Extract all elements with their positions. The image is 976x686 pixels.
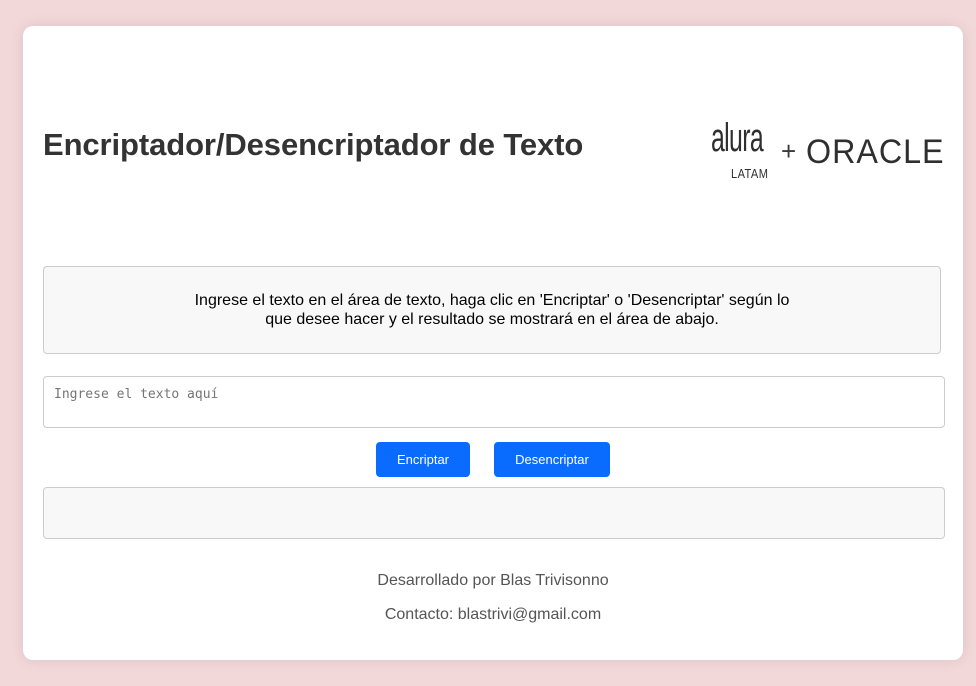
logo-oracle-text: ORACLE	[806, 133, 945, 171]
logo-latam-text: LATAM	[731, 166, 769, 181]
output-area	[43, 487, 945, 539]
alura-oracle-logo: alura LATAM + ORACLE	[709, 116, 944, 188]
encrypt-button[interactable]: Encriptar	[376, 442, 470, 477]
logo-alura-text: alura	[711, 116, 764, 160]
footer-contact: Contacto: blastrivi@gmail.com	[384, 606, 602, 623]
instructions-text: Ingrese el texto en el área de texto, ha…	[194, 292, 790, 328]
instructions-box: Ingrese el texto en el área de texto, ha…	[43, 266, 941, 354]
main-card: Encriptador/Desencriptador de Texto alur…	[23, 26, 963, 660]
decrypt-button[interactable]: Desencriptar	[494, 442, 610, 477]
text-input[interactable]	[43, 376, 945, 428]
footer-developer: Desarrollado por Blas Trivisonno	[377, 572, 609, 589]
page-title: Encriptador/Desencriptador de Texto	[43, 127, 584, 162]
logo-plus-sign: +	[781, 136, 797, 166]
